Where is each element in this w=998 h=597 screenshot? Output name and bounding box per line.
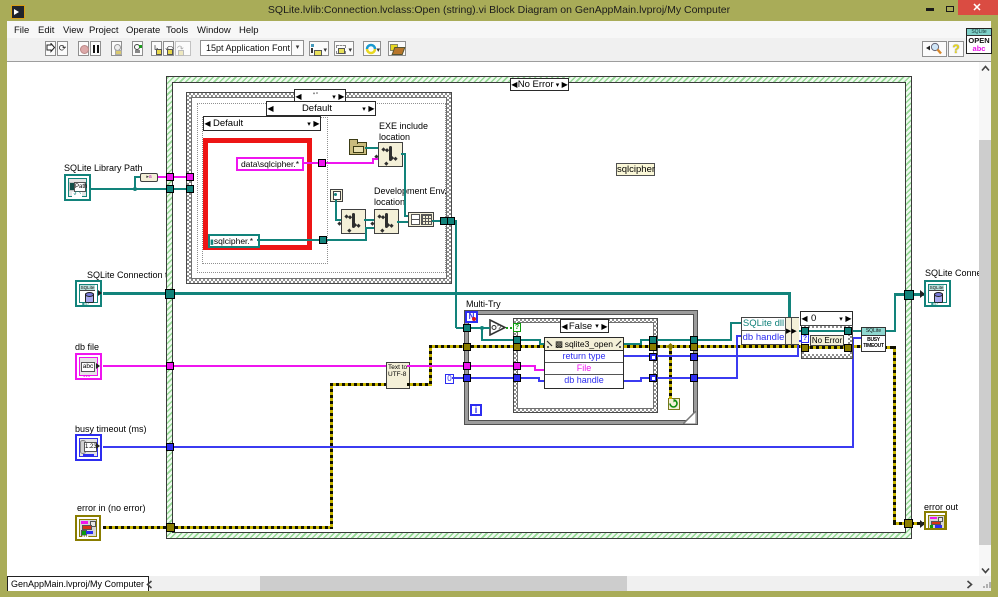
svg-text:?: ?	[497, 324, 502, 333]
